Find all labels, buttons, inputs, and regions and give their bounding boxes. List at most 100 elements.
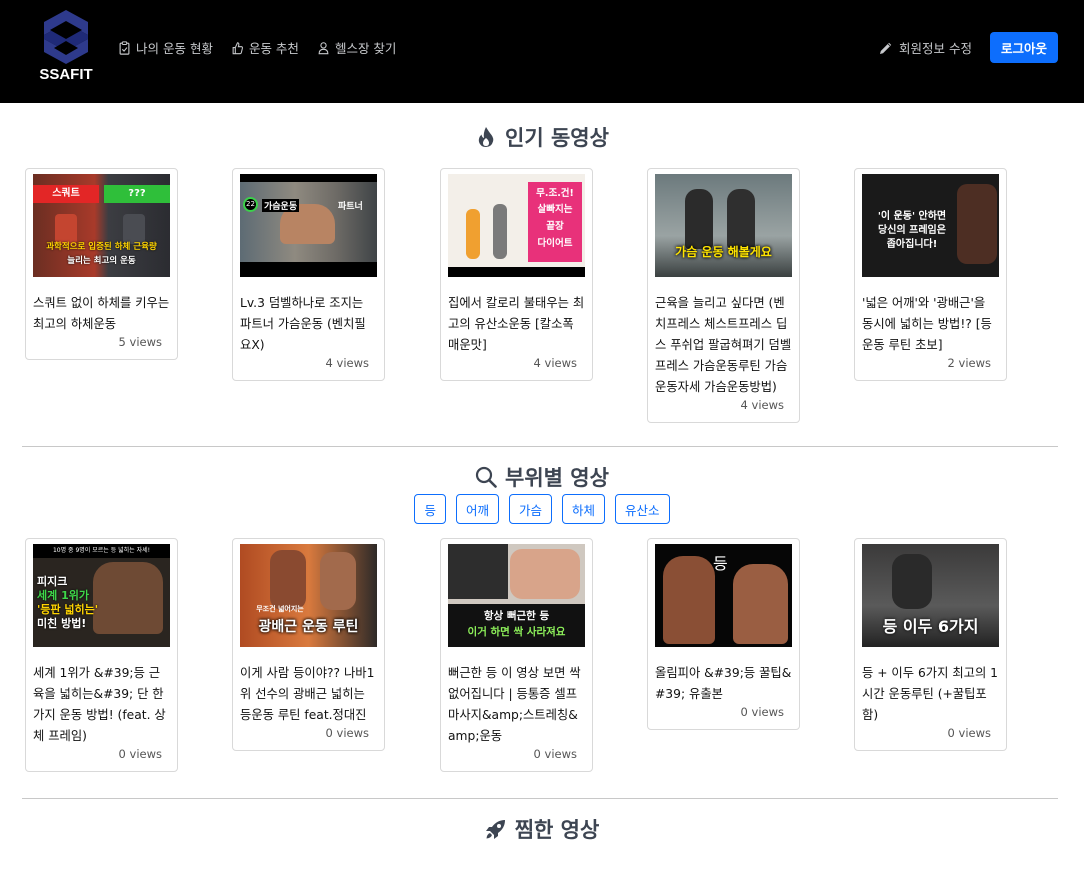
section-divider bbox=[22, 446, 1058, 447]
filter-button-cardio[interactable]: 유산소 bbox=[615, 494, 670, 524]
thumbnail-caption: 무.조.건! bbox=[536, 188, 574, 199]
by-part-title: 부위별 영상 bbox=[505, 466, 609, 490]
thumbnail-caption: 당신의 프레임은 bbox=[878, 225, 946, 236]
video-card[interactable]: 등 올림피아 &#39;등 꿀팁&#39; 유출본 0 views bbox=[647, 538, 800, 730]
liked-title: 찜한 영상 bbox=[514, 818, 600, 842]
thumbnail-caption: 항상 뻐근한 등 bbox=[483, 610, 550, 622]
video-views: 4 views bbox=[740, 398, 784, 412]
video-title[interactable]: 세계 1위가 &#39;등 근육을 넓히는&#39; 단 한가지 운동 방법! … bbox=[33, 663, 170, 747]
video-views: 4 views bbox=[325, 356, 369, 370]
video-thumbnail[interactable]: '이 운동' 안하면 당신의 프레임은 좁아집니다! bbox=[862, 174, 999, 277]
video-views: 0 views bbox=[533, 747, 577, 761]
thumbnail-caption: 다이어트 bbox=[537, 238, 573, 249]
thumbs-up-icon bbox=[232, 41, 243, 54]
fire-icon bbox=[478, 127, 494, 147]
thumbnail-caption: 22 bbox=[243, 197, 258, 212]
video-card[interactable]: 스쿼트 ??? 과학적으로 입증된 하체 근육량 늘리는 최고의 운동 스쿼트 … bbox=[25, 168, 178, 360]
thumbnail-caption: 이거 하면 싹 사라져요 bbox=[467, 626, 566, 638]
video-title[interactable]: 뻐근한 등 이 영상 보면 싹 없어집니다 | 등통증 셀프 마사지&amp;스… bbox=[448, 663, 585, 747]
by-part-video-list: 10명 중 9명이 모르는 등 넓히는 자세! 피지크 세계 1위가 '등판 넓… bbox=[25, 538, 1065, 798]
popular-video-list: 스쿼트 ??? 과학적으로 입증된 하체 근육량 늘리는 최고의 운동 스쿼트 … bbox=[25, 168, 1065, 428]
popular-title: 인기 동영상 bbox=[505, 126, 609, 150]
video-card[interactable]: 가슴 운동 해볼게요 근육을 늘리고 싶다면 (벤치프레스 체스트프레스 딥스 … bbox=[647, 168, 800, 423]
navbar: SSAFIT 나의 운동 현황 운동 추천 헬스장 찾기 회원정보 수정 로그아… bbox=[0, 0, 1084, 103]
nav-link-my-workout[interactable]: 나의 운동 현황 bbox=[118, 38, 213, 57]
ssafit-logo-icon bbox=[44, 10, 88, 64]
video-title[interactable]: '넓은 어깨'와 '광배근'을 동시에 넓히는 방법!? [등 운동 루틴 초보… bbox=[862, 293, 999, 356]
nav-link-label: 헬스장 찾기 bbox=[334, 41, 397, 56]
video-thumbnail[interactable]: 등 bbox=[655, 544, 792, 647]
video-title[interactable]: 올림피아 &#39;등 꿀팁&#39; 유출본 bbox=[655, 663, 792, 705]
nav-link-label: 나의 운동 현황 bbox=[136, 41, 213, 56]
thumbnail-caption: 10명 중 9명이 모르는 등 넓히는 자세! bbox=[33, 544, 170, 558]
video-card[interactable]: 무.조.건! 살빠지는 끝장 다이어트 집에서 칼로리 불태우는 최고의 유산소… bbox=[440, 168, 593, 381]
video-views: 5 views bbox=[118, 335, 162, 349]
video-title[interactable]: Lv.3 덤벨하나로 조지는 파트너 가슴운동 (벤치필요X) bbox=[240, 293, 377, 356]
video-views: 4 views bbox=[533, 356, 577, 370]
video-thumbnail[interactable]: 등 이두 6가지 bbox=[862, 544, 999, 647]
brand-logo[interactable]: SSAFIT bbox=[38, 8, 94, 88]
filter-button-legs[interactable]: 하체 bbox=[562, 494, 606, 524]
thumbnail-caption: 파트너 bbox=[338, 202, 363, 212]
thumbnail-caption: 스쿼트 bbox=[33, 185, 99, 203]
by-part-section-title: 부위별 영상 bbox=[0, 462, 1084, 492]
thumbnail-caption: ??? bbox=[104, 185, 170, 203]
nav-right: 회원정보 수정 로그아웃 bbox=[879, 32, 1058, 63]
video-title[interactable]: 스쿼트 없이 하체를 키우는 최고의 하체운동 bbox=[33, 293, 170, 335]
video-title[interactable]: 근육을 늘리고 싶다면 (벤치프레스 체스트프레스 딥스 푸쉬업 팔굽혀펴기 덤… bbox=[655, 293, 792, 398]
video-views: 2 views bbox=[947, 356, 991, 370]
video-card[interactable]: 10명 중 9명이 모르는 등 넓히는 자세! 피지크 세계 1위가 '등판 넓… bbox=[25, 538, 178, 772]
thumbnail-caption: 가슴운동 bbox=[262, 199, 300, 212]
video-card[interactable]: 22 가슴운동 파트너 Lv.3 덤벨하나로 조지는 파트너 가슴운동 (벤치필… bbox=[232, 168, 385, 381]
video-views: 0 views bbox=[118, 747, 162, 761]
brand-name: SSAFIT bbox=[39, 66, 93, 83]
video-views: 0 views bbox=[740, 705, 784, 719]
thumbnail-caption: 가슴 운동 해볼게요 bbox=[675, 245, 772, 259]
rocket-icon bbox=[485, 820, 505, 839]
video-thumbnail[interactable]: 무.조.건! 살빠지는 끝장 다이어트 bbox=[448, 174, 585, 277]
section-divider bbox=[22, 798, 1058, 799]
nav-link-recommend[interactable]: 운동 추천 bbox=[231, 38, 299, 57]
video-thumbnail[interactable]: 10명 중 9명이 모르는 등 넓히는 자세! 피지크 세계 1위가 '등판 넓… bbox=[33, 544, 170, 647]
video-card[interactable]: 등 이두 6가지 등 + 이두 6가지 최고의 1시간 운동루틴 (+꿀팁포함)… bbox=[854, 538, 1007, 751]
thumbnail-caption: 살빠지는 bbox=[537, 204, 573, 215]
filter-button-shoulder[interactable]: 어깨 bbox=[455, 494, 499, 524]
thumbnail-caption: 미친 방법! bbox=[37, 617, 87, 630]
edit-profile-link[interactable]: 회원정보 수정 bbox=[879, 38, 972, 57]
filter-button-back[interactable]: 등 bbox=[414, 494, 446, 524]
thumbnail-caption: 무조건 넓어지는 bbox=[256, 605, 304, 613]
thumbnail-caption: 광배근 운동 루틴 bbox=[258, 619, 359, 635]
video-card[interactable]: 항상 뻐근한 등 이거 하면 싹 사라져요 뻐근한 등 이 영상 보면 싹 없어… bbox=[440, 538, 593, 772]
video-title[interactable]: 등 + 이두 6가지 최고의 1시간 운동루틴 (+꿀팁포함) bbox=[862, 663, 999, 726]
logout-button[interactable]: 로그아웃 bbox=[989, 32, 1058, 63]
liked-section-title: 찜한 영상 bbox=[0, 814, 1084, 844]
person-icon bbox=[318, 41, 329, 54]
video-thumbnail[interactable]: 스쿼트 ??? 과학적으로 입증된 하체 근육량 늘리는 최고의 운동 bbox=[33, 174, 170, 277]
video-card[interactable]: 무조건 넓어지는 광배근 운동 루틴 이게 사람 등이야?? 나바1위 선수의 … bbox=[232, 538, 385, 751]
video-card[interactable]: '이 운동' 안하면 당신의 프레임은 좁아집니다! '넓은 어깨'와 '광배근… bbox=[854, 168, 1007, 381]
video-title[interactable]: 이게 사람 등이야?? 나바1위 선수의 광배근 넓히는 등운동 루틴 feat… bbox=[240, 663, 377, 726]
thumbnail-caption: 과학적으로 입증된 하체 근육량 bbox=[46, 242, 157, 252]
video-thumbnail[interactable]: 가슴 운동 해볼게요 bbox=[655, 174, 792, 277]
clipboard-icon bbox=[119, 40, 130, 55]
pencil-icon bbox=[880, 42, 892, 54]
video-views: 0 views bbox=[325, 726, 369, 740]
nav-link-label: 운동 추천 bbox=[248, 41, 299, 56]
body-part-filters: 등 어깨 가슴 하체 유산소 bbox=[0, 494, 1084, 524]
thumbnail-caption: '이 운동' 안하면 bbox=[877, 211, 947, 222]
thumbnail-caption: 좁아집니다! bbox=[886, 239, 938, 250]
filter-button-chest[interactable]: 가슴 bbox=[508, 494, 552, 524]
video-thumbnail[interactable]: 무조건 넓어지는 광배근 운동 루틴 bbox=[240, 544, 377, 647]
search-icon bbox=[475, 466, 497, 488]
nav-link-find-gym[interactable]: 헬스장 찾기 bbox=[317, 38, 396, 57]
nav-links: 나의 운동 현황 운동 추천 헬스장 찾기 bbox=[118, 38, 396, 57]
video-views: 0 views bbox=[947, 726, 991, 740]
thumbnail-caption: 끝장 bbox=[546, 221, 564, 232]
video-thumbnail[interactable]: 항상 뻐근한 등 이거 하면 싹 사라져요 bbox=[448, 544, 585, 647]
edit-profile-label: 회원정보 수정 bbox=[899, 41, 972, 56]
thumbnail-caption: 등 이두 6가지 bbox=[882, 617, 979, 636]
video-title[interactable]: 집에서 칼로리 불태우는 최고의 유산소운동 [칼소폭 매운맛] bbox=[448, 293, 585, 356]
thumbnail-caption: 등 bbox=[713, 554, 728, 573]
video-thumbnail[interactable]: 22 가슴운동 파트너 bbox=[240, 174, 377, 277]
popular-section-title: 인기 동영상 bbox=[0, 122, 1084, 152]
